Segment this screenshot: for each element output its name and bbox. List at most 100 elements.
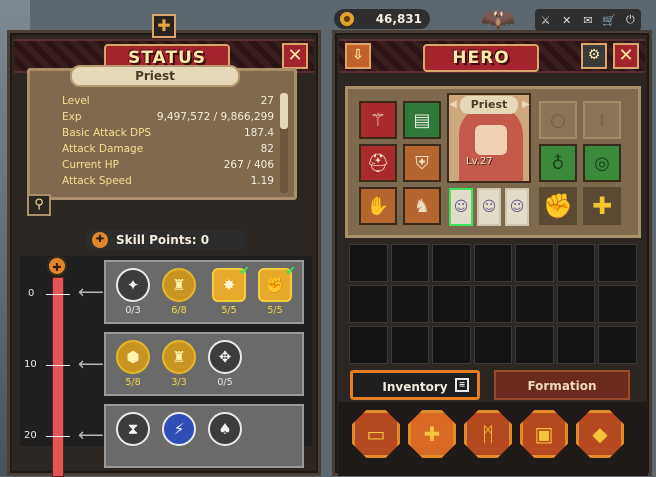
equip-slot-boots[interactable]: ♞ [403, 187, 441, 225]
inventory-cell[interactable] [349, 326, 388, 364]
inventory-cell[interactable] [390, 326, 430, 364]
inventory-cell[interactable] [432, 244, 471, 282]
skill-slot-fist[interactable]: ✊ [539, 187, 577, 225]
skill-slot[interactable]: ✦ 0/3 [114, 268, 152, 322]
inventory-cell[interactable] [432, 285, 471, 323]
fist-icon: ✊ [543, 192, 573, 220]
inventory-cell[interactable] [390, 285, 430, 323]
inventory-cell[interactable] [473, 285, 513, 323]
hero-settings-button[interactable]: ⚙ [581, 43, 607, 69]
prev-hero-arrow-icon[interactable]: ◀ [449, 96, 459, 114]
party-hero-knight[interactable]: ☺ [505, 188, 529, 226]
stats-scroll-thumb[interactable] [280, 93, 288, 129]
party-hero-priest[interactable]: ☺ [449, 188, 473, 226]
skill-slot[interactable]: ✥ 0/5 [206, 340, 244, 394]
box-icon: ▣ [534, 422, 554, 446]
inventory-cell[interactable] [349, 285, 388, 323]
skill-points-label: Skill Points: 0 [116, 233, 210, 247]
next-hero-arrow-icon[interactable]: ▶ [522, 96, 532, 114]
inventory-cell[interactable] [515, 326, 554, 364]
hero-title-bar: ⇩ HERO ⚙ ✕ [339, 39, 645, 73]
inventory-cell[interactable] [432, 326, 471, 364]
skill-slot[interactable]: ⧗ [114, 412, 152, 466]
book-icon: ▤ [413, 109, 431, 131]
hero-name-tag: Priest [460, 96, 518, 114]
tab-inventory[interactable]: Inventory ≡ [350, 370, 480, 400]
inventory-cell[interactable] [390, 244, 430, 282]
inventory-cell[interactable] [349, 244, 388, 282]
stats-scrollbar[interactable] [280, 93, 288, 193]
inventory-cell[interactable] [556, 285, 596, 323]
rune-icon: ᛗ [482, 422, 494, 446]
equip-slot-ring[interactable]: ◎ [583, 144, 621, 182]
equip-slot-amulet[interactable]: ♁ [539, 144, 577, 182]
skill-slot[interactable]: ♠ [206, 412, 244, 466]
skill-icon: ✦ [116, 268, 150, 302]
power-icon[interactable]: ⏻ [623, 13, 637, 27]
skill-slot[interactable]: ⬢ 5/8 [114, 340, 152, 394]
coin-icon: ● [340, 12, 354, 26]
skill-slot[interactable]: ✊ ✔ 5/5 [256, 264, 296, 322]
sword-icon[interactable]: ⚔ [539, 14, 553, 27]
inventory-cell[interactable] [515, 244, 554, 282]
equip-slot-armor[interactable]: ⛨ [403, 144, 441, 182]
skill-icon: ⧗ [116, 412, 150, 446]
skill-icon: ⬢ [116, 340, 150, 374]
equip-slot-helmet[interactable]: ⛑ [359, 144, 397, 182]
hero-cross-button[interactable]: ✚ [408, 410, 456, 458]
magnifier-icon[interactable]: ⚲ [27, 194, 51, 216]
status-close-button[interactable]: ✕ [282, 43, 308, 69]
box-button[interactable]: ▣ [520, 410, 568, 458]
hero-close-button[interactable]: ✕ [613, 43, 639, 69]
mail-icon[interactable]: ✉ [581, 14, 595, 27]
skill-icon: ♠ [208, 412, 242, 446]
equip-slot-necklace-empty[interactable]: ○ [539, 101, 577, 139]
rune-button[interactable]: ᛗ [464, 410, 512, 458]
skill-count: 5/8 [125, 377, 141, 388]
equip-slot-tome[interactable]: ▤ [403, 101, 441, 139]
equip-slot-staff[interactable]: ⚚ [359, 101, 397, 139]
branch-arrow-icon: ⟵ [78, 282, 104, 303]
equip-slot-gloves[interactable]: ✋ [359, 187, 397, 225]
holy-cross-icon: ✚ [591, 192, 613, 220]
inventory-cell[interactable] [473, 326, 513, 364]
chest-button[interactable]: ▭ [352, 410, 400, 458]
skill-slot[interactable]: ♜ 3/3 [160, 340, 198, 394]
hero-avatar-icon: ☺ [509, 199, 525, 215]
gauntlet-icon: ✋ [366, 195, 390, 217]
tab-formation-label: Formation [527, 379, 597, 393]
gem-button[interactable]: ◆ [576, 410, 624, 458]
skill-points-badge: ✚ Skill Points: 0 [86, 230, 248, 250]
party-hero-mage[interactable]: ☺ [477, 188, 501, 226]
cross-ornament-icon: ✚ [152, 14, 176, 38]
equip-slot-earring-empty[interactable]: ⁞ [583, 101, 621, 139]
list-icon[interactable]: ≡ [455, 378, 469, 392]
inventory-cell[interactable] [473, 244, 513, 282]
inventory-cell[interactable] [556, 244, 596, 282]
level-label-0: 0 [28, 288, 35, 299]
skill-slot-holy[interactable]: ✚ [583, 187, 621, 225]
shop-cart-icon[interactable]: 🛒 [602, 14, 616, 27]
skill-row-3: ⧗ ⚡ ♠ [104, 404, 304, 468]
maxed-check-icon: ✔ [285, 264, 296, 279]
system-icons-bar: ⚔ ✕ ✉ 🛒 ⏻ [535, 9, 641, 31]
mute-icon[interactable]: ✕ [560, 14, 574, 27]
skill-slot[interactable]: ♜ 6/8 [160, 268, 198, 322]
stat-row-attack-damage: Attack Damage 82 [62, 143, 274, 155]
skill-icon: ♜ [162, 268, 196, 302]
inventory-cell[interactable] [556, 326, 596, 364]
class-name-header: Priest [70, 65, 240, 87]
level-tick [46, 365, 70, 366]
inventory-cell[interactable] [598, 244, 637, 282]
hero-export-button[interactable]: ⇩ [345, 43, 371, 69]
skill-count: 0/3 [125, 305, 141, 316]
inventory-cell[interactable] [515, 285, 554, 323]
skill-slot[interactable]: ✸ ✔ 5/5 [210, 264, 250, 322]
inventory-cell[interactable] [598, 285, 637, 323]
inventory-cell[interactable] [598, 326, 637, 364]
hero-level-tag: Lv.27 [466, 156, 493, 167]
tab-formation[interactable]: Formation [494, 370, 630, 400]
bat-ornament-icon: 🦇 [480, 2, 516, 35]
hero-avatar-icon: ☺ [453, 199, 469, 215]
skill-slot[interactable]: ⚡ [160, 412, 198, 466]
